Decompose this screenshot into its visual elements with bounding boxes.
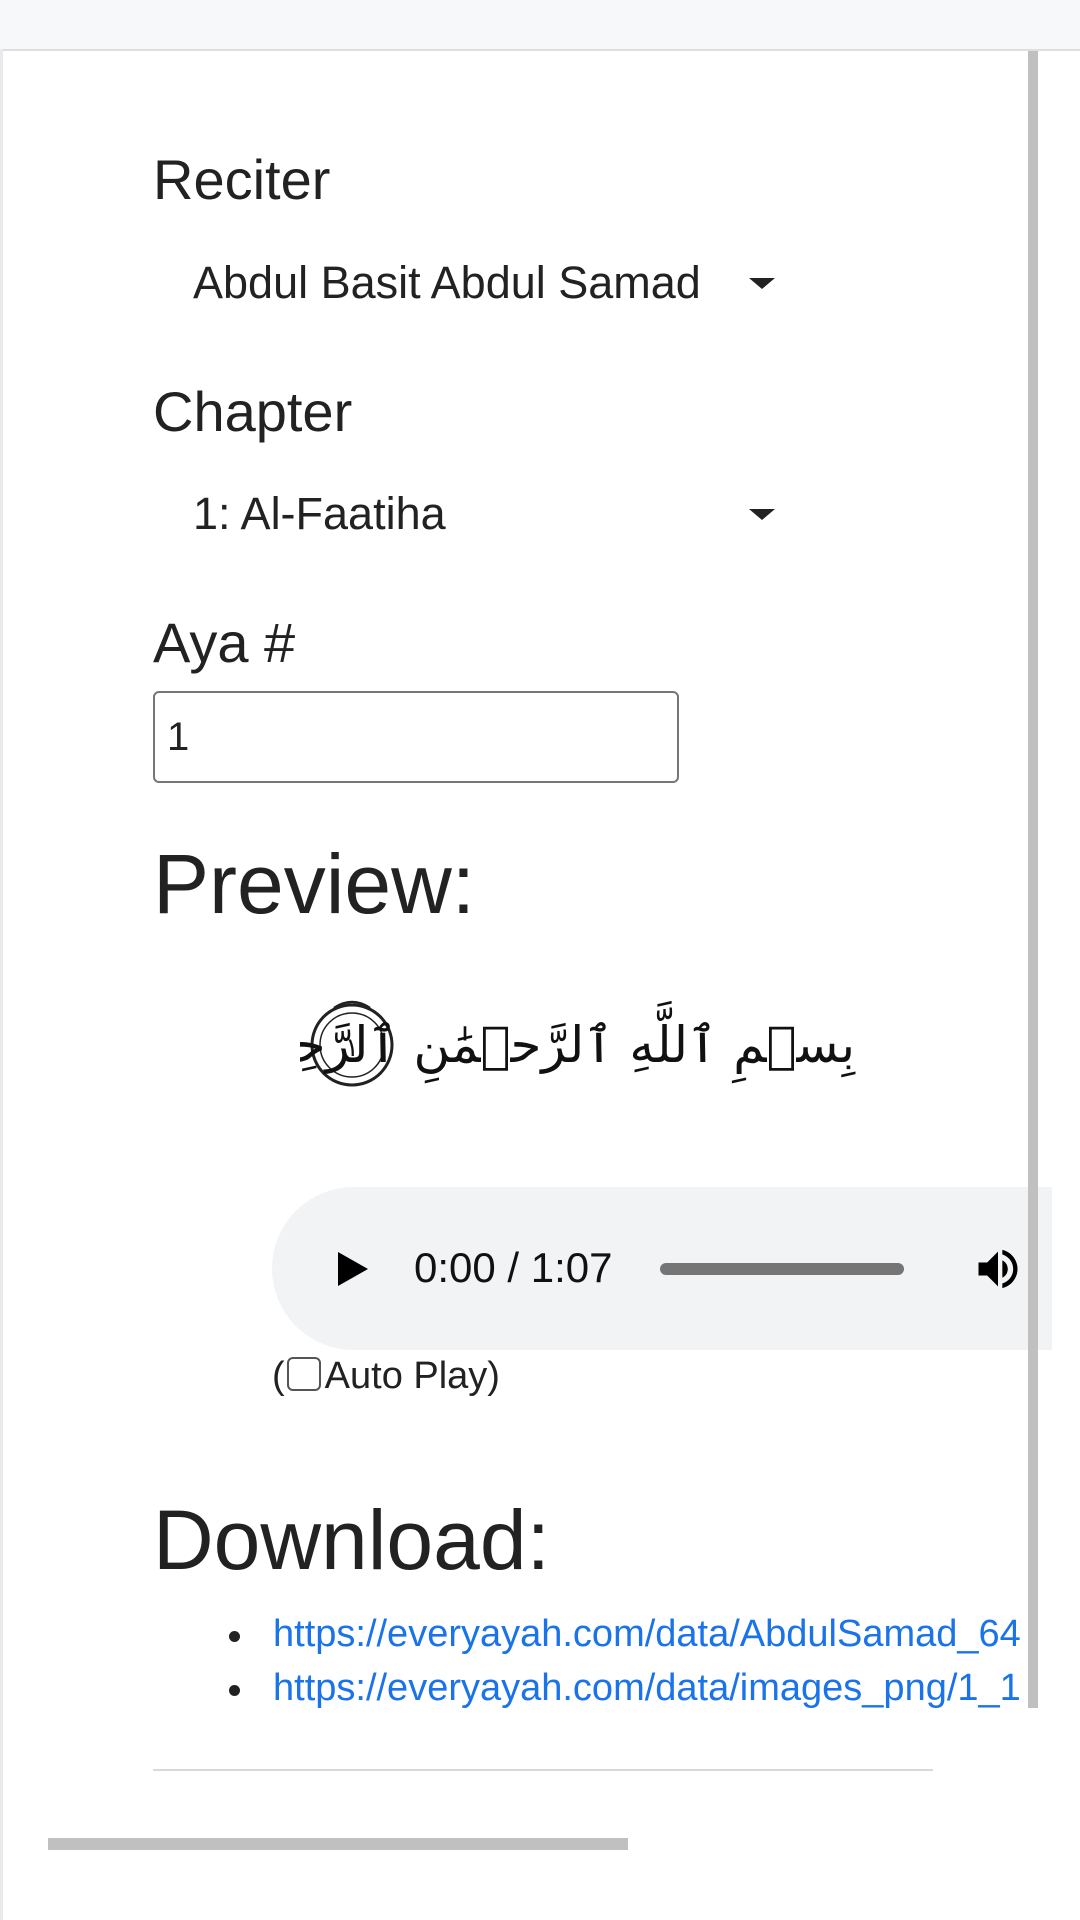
autoplay-option: ( Auto Play) [272,1355,500,1398]
caret-down-icon [749,509,775,520]
autoplay-open-paren: ( [272,1355,285,1397]
list-item: https://everyayah.com/data/images_png/1_… [153,1667,1043,1721]
audio-progress-slider[interactable] [660,1263,904,1275]
list-item: https://everyayah.com/data/AbdulSamad_64 [153,1613,1043,1667]
chapter-select[interactable]: 1: Al-Faatiha [153,474,783,554]
reciter-label: Reciter [153,148,331,211]
autoplay-label: Auto Play) [324,1355,500,1397]
reciter-select[interactable]: Abdul Basit Abdul Samad [153,243,783,323]
audio-time: 0:00 / 1:07 [414,1244,613,1291]
aya-number-input[interactable] [153,691,679,783]
download-links: https://everyayah.com/data/AbdulSamad_64… [153,1613,1043,1721]
preview-heading: Preview: [153,837,476,931]
chapter-label: Chapter [153,380,353,443]
verse-text: بِسۡمِ ٱللَّهِ ٱلرَّحۡمَٰنِ ٱلرَّحِيمِ [300,1000,856,1084]
chapter-selected-value: 1: Al-Faatiha [193,488,446,539]
divider [153,1769,933,1771]
bullet [229,1631,240,1642]
reciter-selected-value: Abdul Basit Abdul Samad [193,257,701,308]
horizontal-scrollbar[interactable] [48,1838,628,1850]
bullet [229,1685,240,1696]
download-image-link[interactable]: https://everyayah.com/data/images_png/1_… [273,1667,1021,1709]
download-audio-link[interactable]: https://everyayah.com/data/AbdulSamad_64 [273,1613,1021,1655]
download-heading: Download: [153,1493,550,1587]
volume-icon[interactable] [972,1243,1024,1295]
caret-down-icon [749,278,775,289]
vertical-scrollbar[interactable] [1028,51,1038,1708]
page-left-edge [0,49,3,1920]
browser-top-bar [0,0,1080,51]
verse-image: ١ بِسۡمِ ٱللَّهِ ٱلرَّحۡمَٰنِ ٱلرَّحِيمِ [300,1000,856,1087]
autoplay-checkbox[interactable] [286,1357,321,1391]
play-icon[interactable] [338,1252,368,1286]
aya-label: Aya # [153,611,296,674]
audio-player: 0:00 / 1:07 [272,1187,1052,1350]
